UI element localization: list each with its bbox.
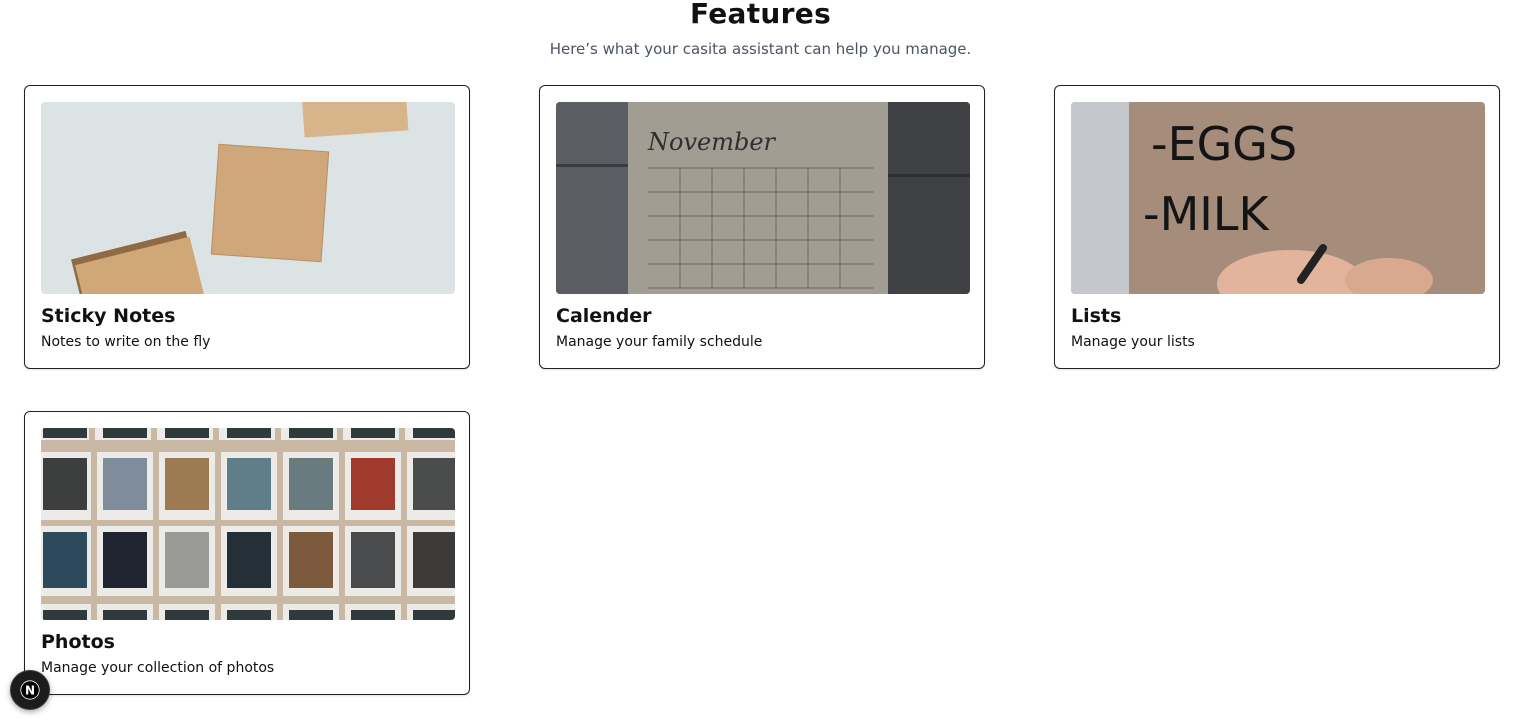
- feature-title: Lists: [1071, 305, 1122, 327]
- feature-title: Sticky Notes: [41, 305, 176, 327]
- feature-card-sticky-notes[interactable]: Sticky Notes Notes to write on the fly: [24, 85, 470, 369]
- page-subtitle: Here’s what your casita assistant can he…: [549, 40, 972, 58]
- sticky-notes-image: [41, 102, 455, 294]
- calendar-image: November: [556, 102, 970, 294]
- list-image-line-1: -EGGS: [1151, 117, 1297, 171]
- dev-indicator-button[interactable]: N: [10, 670, 50, 710]
- feature-title: Photos: [41, 631, 115, 653]
- feature-description: Manage your collection of photos: [41, 660, 275, 676]
- feature-description: Manage your lists: [1071, 334, 1195, 350]
- feature-description: Notes to write on the fly: [41, 334, 211, 350]
- lists-image: -EGGS -MILK: [1071, 102, 1485, 294]
- feature-title: Calender: [556, 305, 652, 327]
- page-title: Features: [689, 0, 832, 30]
- features-page: Features Here’s what your casita assista…: [0, 0, 1521, 721]
- calendar-image-month: November: [647, 128, 777, 156]
- dev-indicator-label: N: [25, 684, 35, 698]
- list-image-line-2: -MILK: [1143, 187, 1270, 241]
- feature-card-lists[interactable]: -EGGS -MILK Lists Manage your lists: [1054, 85, 1500, 369]
- feature-card-calender[interactable]: November Calender Manage your family sch…: [539, 85, 985, 369]
- nextjs-logo-icon: N: [20, 680, 40, 700]
- feature-description: Manage your family schedule: [556, 334, 763, 350]
- photos-image: [41, 428, 455, 620]
- feature-card-photos[interactable]: Photos Manage your collection of photos: [24, 411, 470, 695]
